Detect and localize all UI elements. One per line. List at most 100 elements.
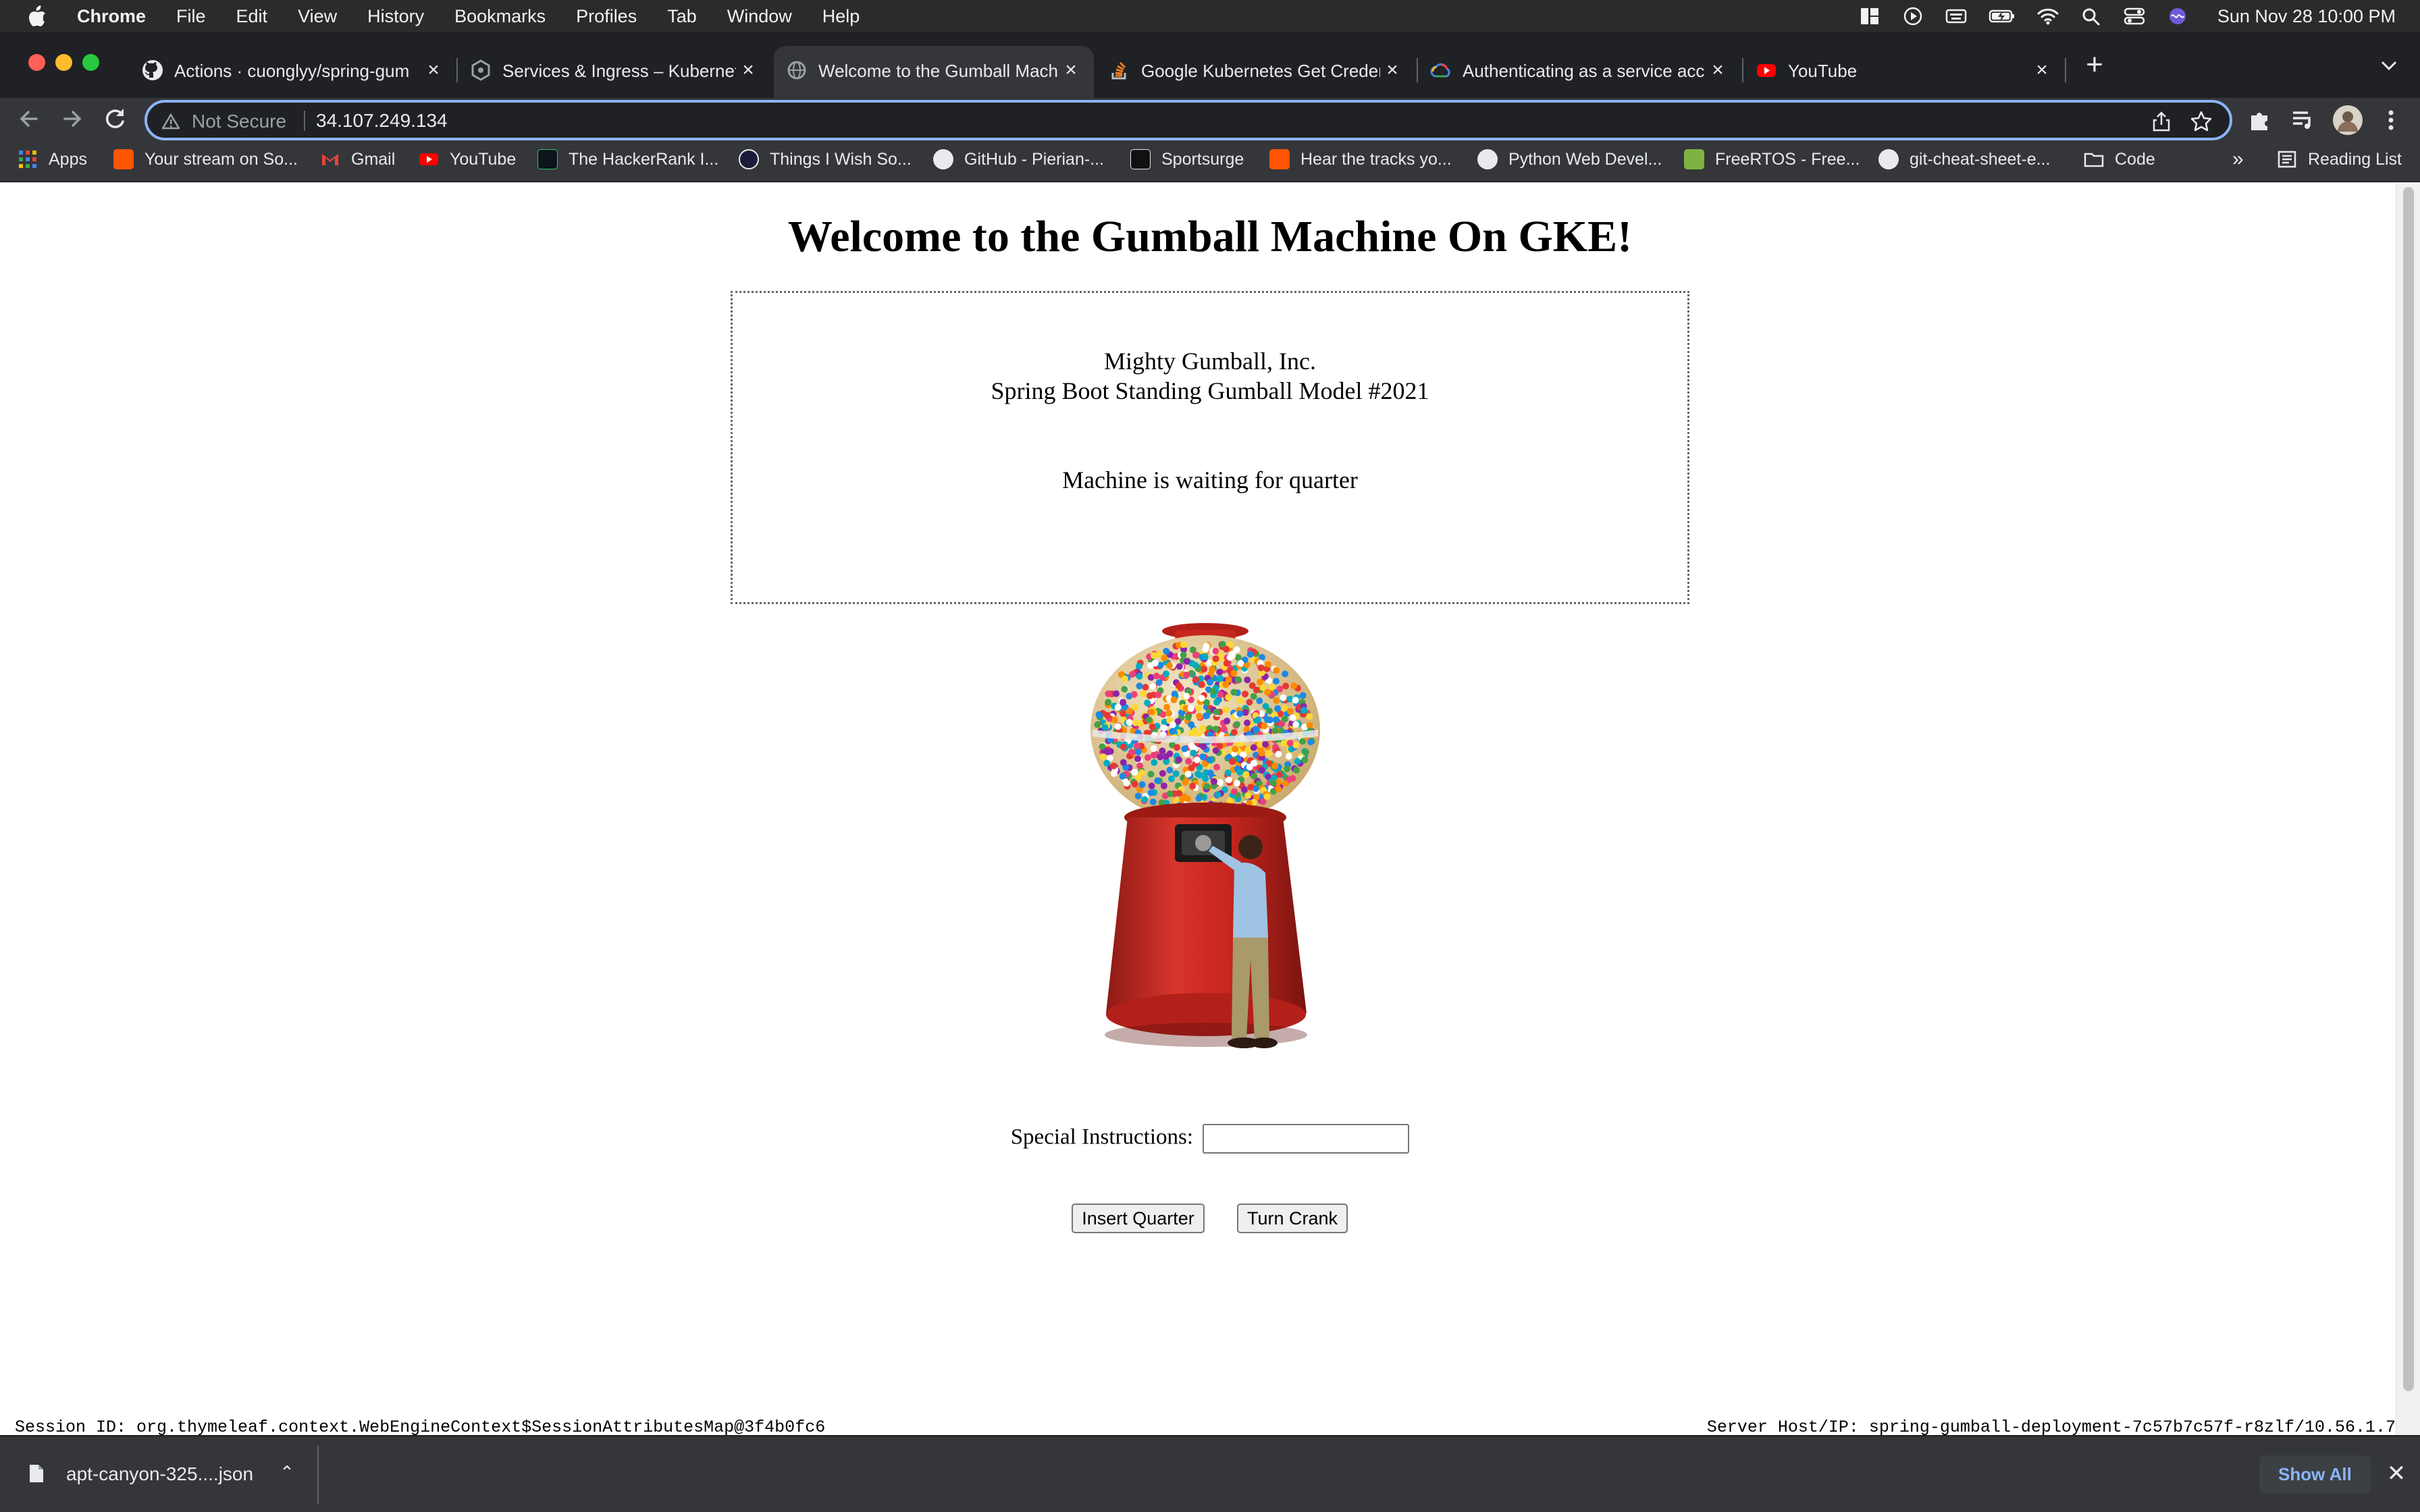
menubar-clock[interactable]: Sun Nov 28 10:00 PM [2217,6,2396,27]
chevron-up-icon[interactable]: ⌃ [275,1461,298,1484]
file-icon [30,1465,43,1482]
reload-icon[interactable] [100,103,131,134]
window-minimize-button[interactable] [55,54,72,71]
tab-close-icon[interactable]: × [1706,58,1730,82]
new-tab-button[interactable]: + [2081,50,2108,80]
bookmark-soundcloud-stream[interactable]: Your stream on So... [113,140,298,178]
media-playlist-icon[interactable] [2289,106,2317,134]
tab-services-ingress[interactable]: Services & Ingress – Kubernete × [458,46,771,98]
menu-app-chrome[interactable]: Chrome [77,6,146,27]
page-scrollbar[interactable] [2396,183,2420,1435]
profile-avatar[interactable] [2332,105,2363,136]
reading-list-button[interactable]: Reading List [2277,140,2402,178]
tab-gumball-machine[interactable]: Welcome to the Gumball Machi × [774,46,1094,98]
close-icon[interactable]: ✕ [2384,1461,2409,1486]
tab-separator [2065,58,2066,82]
download-separator [317,1446,319,1504]
back-arrow-icon[interactable] [14,103,45,134]
menu-edit[interactable]: Edit [236,6,268,27]
warning-icon[interactable] [162,113,180,130]
bookmark-label: Python Web Devel... [1508,149,1662,169]
bookmark-label: Sportsurge [1161,149,1244,169]
url-text[interactable]: 34.107.249.134 [316,110,448,132]
tab-strip: Actions · cuonglyy/spring-gum × Services… [0,32,2420,98]
spotlight-search-icon[interactable] [2080,6,2103,26]
scrollbar-thumb[interactable] [2403,187,2414,1391]
tab-service-account[interactable]: Authenticating as a service acc × [1418,46,1741,98]
security-label[interactable]: Not Secure [192,111,286,132]
control-center-icon[interactable] [2123,6,2146,26]
bookmark-star-icon[interactable] [2189,109,2213,134]
globe-icon [787,61,806,80]
bookmark-gmail[interactable]: Gmail [320,140,395,178]
tab-title: Authenticating as a service acc [1463,61,1705,81]
bookmark-apps[interactable]: Apps [18,140,87,178]
server-host-text: Server Host/IP: spring-gumball-deploymen… [1706,1418,2396,1435]
menu-view[interactable]: View [298,6,337,27]
github-icon [1878,149,1899,169]
bookmarks-overflow-chevron[interactable]: » [2232,140,2244,178]
bookmark-label: FreeRTOS - Free... [1715,149,1860,169]
session-id-text: Session ID: org.thymeleaf.context.WebEng… [15,1418,826,1435]
bookmark-label: Apps [49,149,87,169]
menu-bookmarks[interactable]: Bookmarks [454,6,546,27]
bookmark-things-i-wish[interactable]: Things I Wish So... [739,140,912,178]
forward-arrow-icon[interactable] [57,103,88,134]
bookmark-label: Gmail [351,149,396,169]
show-all-downloads-button[interactable]: Show All [2259,1455,2371,1493]
menu-history[interactable]: History [367,6,424,27]
alpha-icon [739,149,759,169]
chevron-down-icon[interactable] [2377,55,2401,76]
keyboard-icon[interactable] [1945,6,1968,26]
tab-youtube[interactable]: YouTube × [1743,46,2065,98]
github-icon [933,149,953,169]
tab-close-icon[interactable]: × [2030,58,2054,82]
bookmark-github-pierian[interactable]: GitHub - Pierian-... [933,140,1104,178]
bookmark-folder-code[interactable]: Code [2084,140,2155,178]
tab-gke-credentials[interactable]: Google Kubernetes Get Creden × [1097,46,1415,98]
menu-profiles[interactable]: Profiles [576,6,637,27]
vpn-icon[interactable] [1815,6,1838,26]
extensions-puzzle-icon[interactable] [2246,106,2274,134]
menu-window[interactable]: Window [727,6,792,27]
tab-close-icon[interactable]: × [421,58,446,82]
bookmark-soundcloud-tracks[interactable]: Hear the tracks yo... [1269,140,1452,178]
gke-icon [471,59,490,81]
menu-help[interactable]: Help [822,6,860,27]
download-item[interactable]: apt-canyon-325....json ⌃ [14,1444,316,1505]
wifi-icon[interactable] [2036,6,2059,26]
python-icon [1477,149,1498,169]
tab-github-actions[interactable]: Actions · cuonglyy/spring-gum × [130,46,456,98]
battery-icon[interactable] [1988,6,2016,26]
bookmark-git-cheat-sheet[interactable]: git-cheat-sheet-e... [1878,140,2050,178]
menu-file[interactable]: File [176,6,206,27]
turn-crank-button[interactable]: Turn Crank [1237,1204,1348,1233]
share-icon[interactable] [2151,111,2172,132]
tab-title: Services & Ingress – Kubernete [502,61,736,81]
bookmark-youtube[interactable]: YouTube [419,140,516,178]
bookmark-label: Code [2115,149,2155,169]
siri-icon[interactable] [2166,6,2189,26]
freertos-icon [1684,149,1704,169]
tab-close-icon[interactable]: × [1380,58,1404,82]
play-icon[interactable] [1901,6,1924,26]
address-bar[interactable]: Not Secure 34.107.249.134 [144,100,2232,140]
tab-title: Google Kubernetes Get Creden [1141,61,1380,81]
bookmark-sportsurge[interactable]: Sportsurge [1130,140,1244,178]
more-menu-icon[interactable] [2377,106,2405,134]
tab-title: Welcome to the Gumball Machi [818,61,1059,81]
bookmark-hackerrank[interactable]: The HackerRank I... [537,140,718,178]
tab-close-icon[interactable]: × [736,58,760,82]
window-zoom-button[interactable] [82,54,99,71]
layout-icon[interactable] [1858,6,1881,26]
special-instructions-input[interactable] [1203,1124,1410,1154]
menu-tab[interactable]: Tab [667,6,697,27]
tab-close-icon[interactable]: × [1059,58,1083,82]
apple-logo-icon[interactable] [27,5,47,28]
insert-quarter-button[interactable]: Insert Quarter [1072,1204,1205,1233]
special-instructions-label: Special Instructions: [1010,1125,1194,1150]
window-close-button[interactable] [28,54,45,71]
bookmark-freertos[interactable]: FreeRTOS - Free... [1684,140,1860,178]
machine-status-message: Machine is waiting for quarter [1062,466,1358,493]
bookmark-python-web-dev[interactable]: Python Web Devel... [1477,140,1662,178]
